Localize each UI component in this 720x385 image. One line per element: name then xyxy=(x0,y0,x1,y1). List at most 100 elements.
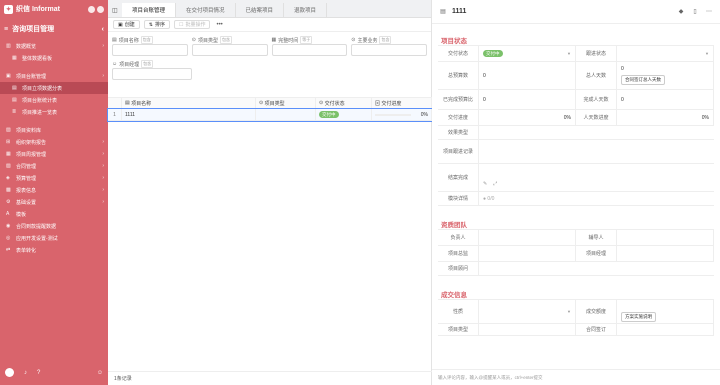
field-label: 辅导人 xyxy=(588,234,604,241)
star-icon[interactable]: ◆ xyxy=(676,8,686,15)
create-button[interactable]: ▣ 创建 xyxy=(113,20,140,29)
filter-input[interactable] xyxy=(271,44,348,56)
used-budget-field[interactable]: 0 xyxy=(478,90,576,109)
nature-field[interactable]: ▼ xyxy=(478,300,576,323)
tab-refund[interactable]: 退款项目 xyxy=(284,3,328,17)
total-people-field[interactable]: 0 合同签订总人天数 xyxy=(616,62,714,89)
cell-type[interactable] xyxy=(256,108,316,121)
director-field[interactable] xyxy=(478,246,576,261)
form-row: 项目跟进记录 xyxy=(438,140,714,164)
sidebar-item[interactable]: ≣ 项目推进一览表 xyxy=(0,106,108,118)
sidebar-item[interactable]: ▧ 合同管理 › xyxy=(0,160,108,172)
deal-amount-field[interactable]: 方案实施说明 xyxy=(616,300,714,323)
followup-status-select[interactable]: ▼ xyxy=(616,46,714,61)
grid-header: ▤ 项目名称 ⊙ 项目类型 ⊙ 交付状态 ⊠ 交付进度 xyxy=(108,97,432,109)
column-header-type[interactable]: ⊙ 项目类型 xyxy=(256,97,316,109)
collapse-icon[interactable]: ‹ xyxy=(102,26,104,33)
form-row: 交付状态 交付中 ▼ 跟进状态 ▼ xyxy=(438,46,714,62)
batch-button[interactable]: ☐ 批量操作 xyxy=(173,20,211,29)
cell-status[interactable]: 交付中 xyxy=(316,108,372,121)
result-field[interactable]: ✎ ⤢ xyxy=(478,164,714,191)
total-budget-field[interactable]: 0 xyxy=(478,62,576,89)
sidebar-item[interactable]: ▦ 整体数据看板 xyxy=(0,52,108,64)
manager-field[interactable] xyxy=(616,246,714,261)
sidebar-item[interactable]: ▤ 项目台账统计表 xyxy=(0,94,108,106)
sidebar-item[interactable]: ▦ 项目周报管理 › xyxy=(0,148,108,160)
contract-field[interactable] xyxy=(616,324,714,335)
sidebar-item[interactable]: ▩ 报表信息 › xyxy=(0,184,108,196)
switch-app-icon[interactable] xyxy=(97,5,104,13)
sidebar-item[interactable]: ◈ 预算管理 › xyxy=(0,172,108,184)
cell-progress[interactable]: 0% xyxy=(372,108,432,121)
filter-operator[interactable]: 包含 xyxy=(379,36,392,44)
done-people-field[interactable]: 0 xyxy=(616,90,714,109)
sidebar-item[interactable]: ▤ 项目立项数据分表 xyxy=(0,82,108,94)
effect-type-field[interactable] xyxy=(478,126,714,139)
tab-closed[interactable]: 已结案项目 xyxy=(235,3,285,17)
form-row: 模块详情 ● 0/0 xyxy=(438,192,714,206)
filter-operator[interactable]: 包含 xyxy=(141,60,154,68)
field-icon: ▤ xyxy=(112,37,117,43)
followup-record-field[interactable] xyxy=(478,140,714,163)
sidebar-item-label: 合同到款提醒数据 xyxy=(16,223,57,230)
sidebar-item[interactable]: ◎ 应用开发设置-测试 xyxy=(0,232,108,244)
comment-input[interactable]: 输入评论内容，输入@提醒某人或员，ctrl+enter提交 xyxy=(432,369,720,385)
edit-icon[interactable]: ✎ xyxy=(483,181,487,187)
tab-delivering[interactable]: 在交付项目情况 xyxy=(176,3,236,17)
sidebar-item[interactable]: ▨ 项目资料库 xyxy=(0,124,108,136)
column-header-progress[interactable]: ⊠ 交付进度 xyxy=(372,97,432,109)
filter-input[interactable] xyxy=(351,44,427,56)
delete-icon[interactable]: ▯ xyxy=(690,8,700,15)
filter-input[interactable] xyxy=(112,44,188,56)
chevron-right-icon: › xyxy=(102,175,104,181)
filter-operator[interactable]: 包含 xyxy=(140,36,153,44)
more-icon[interactable]: ⋯ xyxy=(704,8,714,15)
more-icon[interactable]: ••• xyxy=(214,22,224,28)
menu-icon[interactable]: ≡ xyxy=(4,26,8,33)
tab-project-ledger[interactable]: 项目台账管理 xyxy=(122,3,177,17)
expand-icon[interactable]: ⤢ xyxy=(493,181,497,187)
chevron-right-icon: › xyxy=(102,139,104,145)
users-icon[interactable]: ☺ xyxy=(97,370,103,376)
sidebar-item[interactable]: ⚙ 基础设置 › xyxy=(0,196,108,208)
filter-input[interactable] xyxy=(112,68,192,80)
avatar[interactable] xyxy=(5,368,14,377)
sidebar-item-label: 应用开发设置-测试 xyxy=(16,235,58,242)
batch-icon: ☐ xyxy=(178,21,184,28)
sidebar: ✦ 织信 Informat ≡ 咨询项目管理 ‹ ▥ 数据概览 › ▦ 整体数据看板 ▣ 项… xyxy=(0,0,108,385)
sidebar-item[interactable]: ▣ 项目台账管理 › xyxy=(0,70,108,82)
sort-button[interactable]: ⇅ 排序 xyxy=(143,20,170,29)
sidebar-item[interactable]: A 模板 xyxy=(0,208,108,220)
form-row: 项目顾问 xyxy=(438,262,714,276)
table-row[interactable]: 1 1111 交付中 0% xyxy=(107,108,433,122)
column-header-name[interactable]: ▤ 项目名称 xyxy=(122,97,256,109)
module-detail-field[interactable]: ● 0/0 xyxy=(478,192,714,205)
sidebar-item[interactable]: ◉ 合同到款提醒数据 xyxy=(0,220,108,232)
filter-input[interactable] xyxy=(191,44,268,56)
advisor-field[interactable] xyxy=(478,262,714,275)
sidebar-item-label: 项目资料库 xyxy=(16,127,42,134)
sidebar-item[interactable]: ⇄ 表单转化 xyxy=(0,244,108,256)
filter-operator[interactable]: 包含 xyxy=(219,36,232,44)
help-icon[interactable]: ? xyxy=(37,370,40,376)
sidebar-item[interactable]: ▥ 数据概览 › xyxy=(0,40,108,52)
chevron-down-icon: ▼ xyxy=(567,51,571,56)
delivery-status-select[interactable]: 交付中 ▼ xyxy=(478,46,576,61)
sidebar-item[interactable]: ⊞ 组织架构报告 › xyxy=(0,136,108,148)
column-header-status[interactable]: ⊙ 交付状态 xyxy=(316,97,372,109)
owner-field[interactable] xyxy=(478,230,576,245)
book-icon: ▨ xyxy=(6,127,11,133)
bell-icon[interactable]: ♪ xyxy=(24,370,27,376)
panel-toggle-icon[interactable]: ◫ xyxy=(112,3,122,17)
sidebar-item-label: 数据概览 xyxy=(16,43,37,50)
progress-value: 0% xyxy=(563,114,571,121)
delivery-progress-field: 0% xyxy=(478,110,576,125)
notification-icon[interactable] xyxy=(88,5,95,13)
field-label: 已完成预算比 xyxy=(442,96,473,103)
field-label: 交付状态 xyxy=(447,50,468,57)
project-type-field[interactable] xyxy=(478,324,576,335)
filter-operator[interactable]: 等于 xyxy=(300,36,313,44)
calendar-icon: ▦ xyxy=(6,151,11,157)
cell-name[interactable]: 1111 xyxy=(122,108,256,121)
leader-field[interactable] xyxy=(616,230,714,245)
